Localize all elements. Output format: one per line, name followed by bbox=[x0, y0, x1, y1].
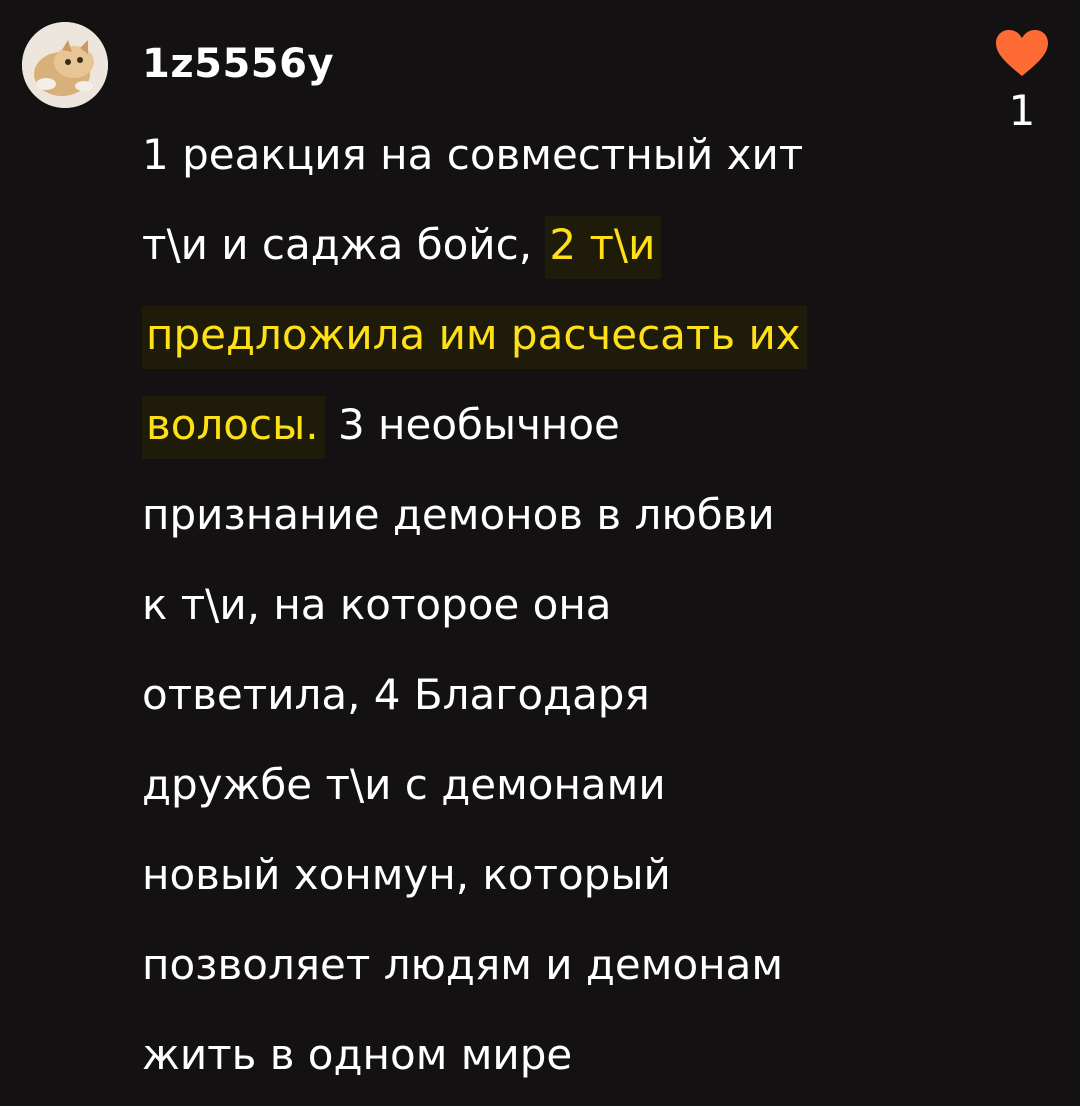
highlighted-text: предложила им расчесать их bbox=[142, 306, 807, 369]
comment-line: к т\и, на которое она bbox=[142, 560, 942, 650]
comment-line: предложила им расчесать их bbox=[142, 290, 942, 380]
like-button[interactable]: 1 bbox=[992, 28, 1052, 136]
comment-line: позволяет людям и демонам bbox=[142, 920, 942, 1010]
comment-text-segment: признание демонов в любви bbox=[142, 490, 775, 539]
comment-text-segment: ответила, 4 Благодаря bbox=[142, 670, 650, 719]
comment-text-segment: к т\и, на которое она bbox=[142, 580, 612, 629]
comment-line: ответила, 4 Благодаря bbox=[142, 650, 942, 740]
comment-line: т\и и саджа бойс, 2 т\и bbox=[142, 200, 942, 290]
comment-line: жить в одном мире bbox=[142, 1010, 942, 1100]
comment-line: признание демонов в любви bbox=[142, 470, 942, 560]
comment-text-segment: 3 необычное bbox=[324, 400, 620, 449]
comment-text-segment: жить в одном мире bbox=[142, 1030, 573, 1079]
comment-text-segment: 1 реакция на совместный хит bbox=[142, 130, 804, 179]
comment-text-segment: т\и и саджа бойс, bbox=[142, 220, 546, 269]
comment-text-segment: позволяет людям и демонам bbox=[142, 940, 784, 989]
comment-text: 1 реакция на совместный хит т\и и саджа … bbox=[142, 110, 942, 1100]
comment-text-segment: дружбе т\и с демонами bbox=[142, 760, 666, 809]
like-count: 1 bbox=[1008, 86, 1036, 135]
highlighted-text: волосы. bbox=[142, 396, 325, 459]
heart-icon bbox=[996, 30, 1048, 76]
comment-text-segment: новый хонмун, который bbox=[142, 850, 671, 899]
comment-item: 1z5556y 1 реакция на совместный хит т\и … bbox=[0, 0, 1080, 1106]
avatar[interactable] bbox=[22, 22, 108, 108]
username[interactable]: 1z5556y bbox=[142, 36, 334, 92]
avatar-image bbox=[22, 22, 108, 108]
comment-line: дружбе т\и с демонами bbox=[142, 740, 942, 830]
highlighted-text: 2 т\и bbox=[545, 216, 662, 279]
comment-line: волосы. 3 необычное bbox=[142, 380, 942, 470]
comment-line: новый хонмун, который bbox=[142, 830, 942, 920]
comment-line: 1 реакция на совместный хит bbox=[142, 110, 942, 200]
